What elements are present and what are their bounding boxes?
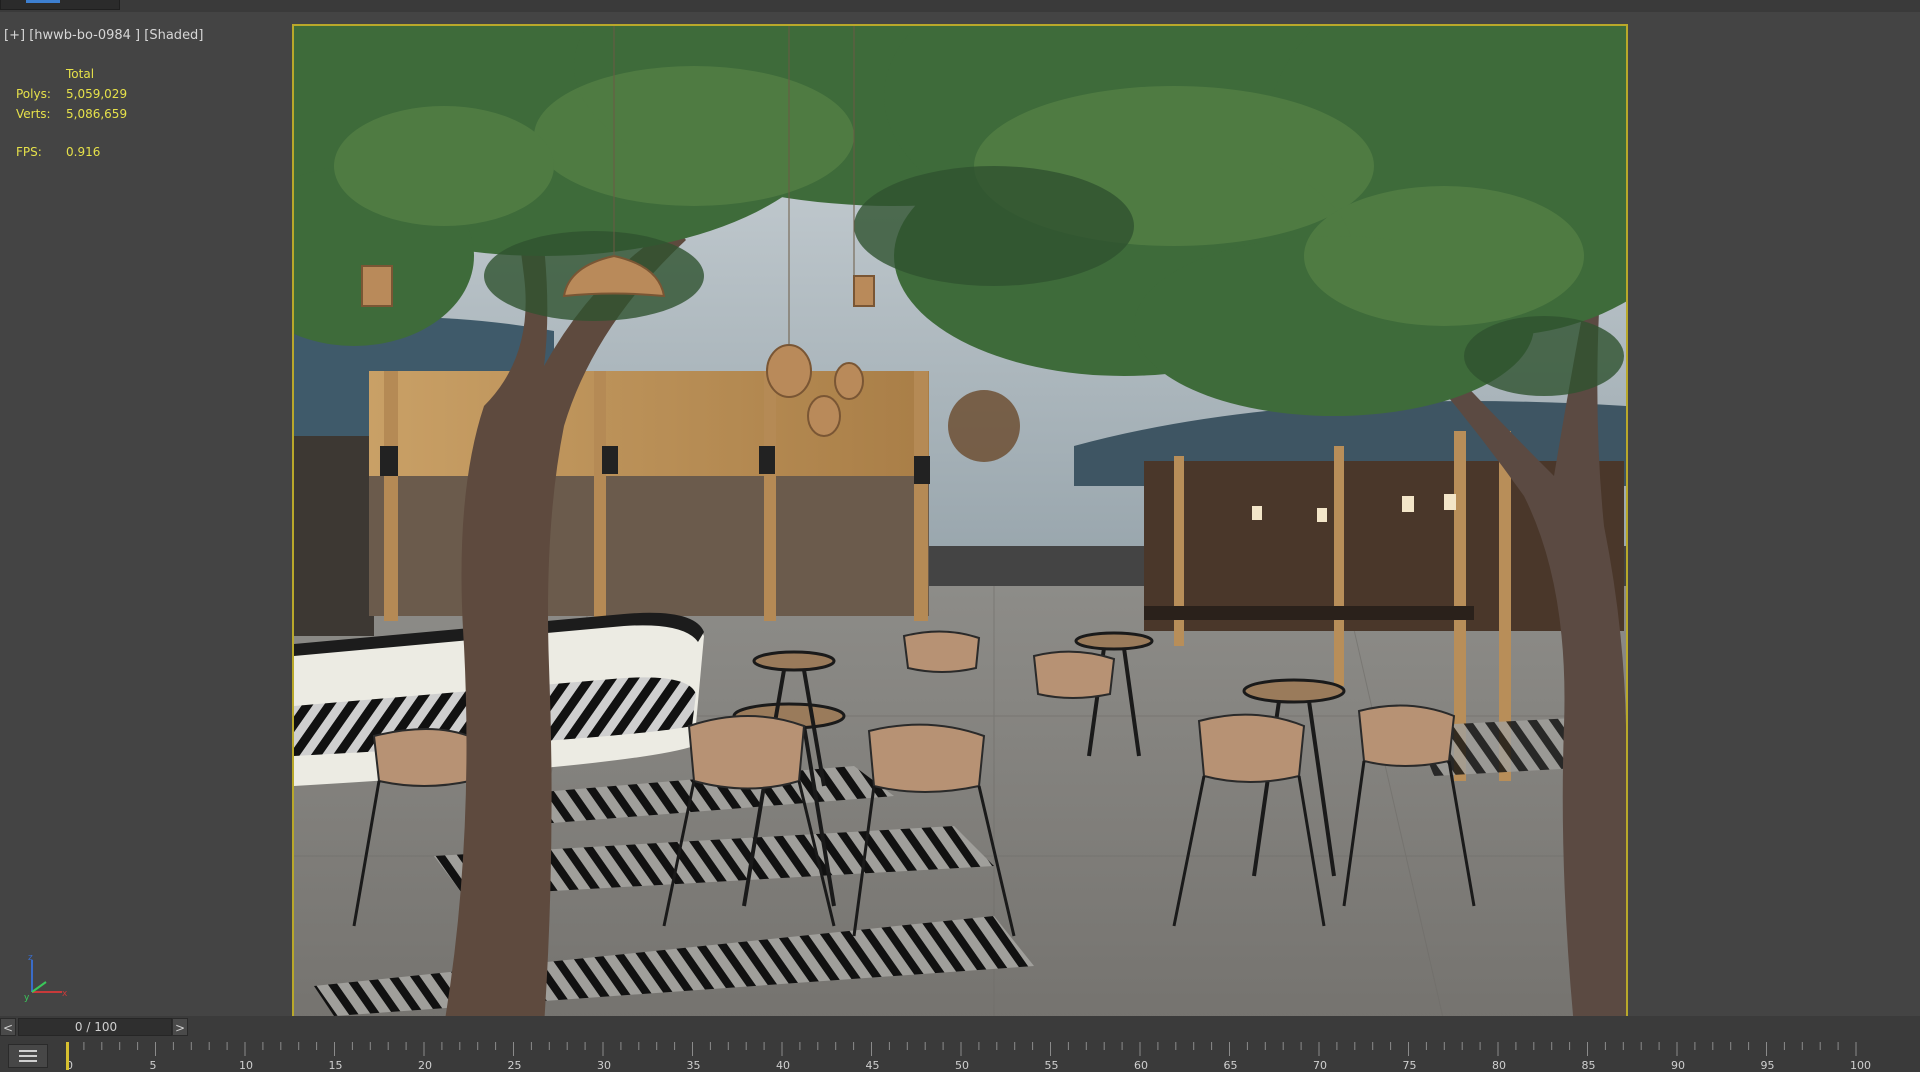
- time-slider[interactable]: < 0 / 100 >: [0, 1016, 1920, 1040]
- track-bar[interactable]: 0 5 10 15 20 25 30 35 40 45 50 55 60 65 70 75 80 85 90 95 10…: [0, 1040, 1920, 1072]
- ruler-tick-label: 35: [687, 1059, 701, 1072]
- ruler-tick-label: 20: [418, 1059, 432, 1072]
- curve-editor-icon[interactable]: [8, 1044, 48, 1068]
- viewport-menu-plus[interactable]: [+]: [4, 28, 25, 43]
- top-strip: [0, 0, 1920, 12]
- viewport-tab[interactable]: [0, 0, 120, 10]
- axis-x-label: x: [62, 989, 68, 999]
- time-slider-label: 0 / 100: [74, 1020, 118, 1034]
- ruler-tick-label: 40: [776, 1059, 790, 1072]
- fps-label: FPS:: [16, 145, 42, 159]
- time-slider-thumb[interactable]: 0 / 100: [18, 1018, 172, 1036]
- ruler-tick-label: 25: [508, 1059, 522, 1072]
- viewport-label: [+] [hwwb-bo-0984 ] [Shaded]: [4, 28, 203, 43]
- prev-frame-button[interactable]: <: [0, 1018, 16, 1036]
- frame-ruler[interactable]: 0 5 10 15 20 25 30 35 40 45 50 55 60 65 70 75 80 85 90 95 10…: [66, 1040, 1920, 1072]
- ruler-tick-label: 60: [1134, 1059, 1148, 1072]
- viewport-shading-label[interactable]: [Shaded]: [144, 28, 203, 43]
- verts-label: Verts:: [16, 107, 51, 121]
- scene-render: [294, 26, 1626, 1022]
- ruler-tick-label: 80: [1492, 1059, 1506, 1072]
- bar-interior: [369, 476, 929, 616]
- safe-frame: [292, 24, 1628, 1024]
- ruler-tick-label: 15: [329, 1059, 343, 1072]
- axis-z-label: z: [28, 953, 33, 963]
- ruler-tick-label: 45: [866, 1059, 880, 1072]
- axis-tripod: z x y: [24, 953, 68, 1002]
- decor-medallion: [948, 390, 1020, 462]
- polys-label: Polys:: [16, 87, 51, 101]
- ruler-tick-label: 65: [1224, 1059, 1238, 1072]
- verts-value: 5,086,659: [66, 107, 128, 121]
- ruler-tick-label: 10: [239, 1059, 253, 1072]
- ruler-tick-label: 70: [1313, 1059, 1327, 1072]
- ruler-tick-label: 90: [1671, 1059, 1685, 1072]
- next-frame-button[interactable]: >: [172, 1018, 188, 1036]
- ruler-tick-label: 75: [1403, 1059, 1417, 1072]
- axis-y-label: y: [24, 993, 30, 1002]
- ruler-tick-label: 100: [1850, 1059, 1871, 1072]
- ruler-tick-label: 95: [1761, 1059, 1775, 1072]
- viewport-camera-label[interactable]: [hwwb-bo-0984 ]: [29, 28, 140, 43]
- current-frame-marker: [66, 1042, 69, 1070]
- fps-value: 0.916: [66, 145, 101, 159]
- fence-left: [294, 436, 374, 636]
- viewport-perspective[interactable]: [+] [hwwb-bo-0984 ] [Shaded] Total Polys…: [0, 12, 1920, 1024]
- active-tab-indicator: [26, 0, 60, 3]
- stats-header: Total: [66, 67, 95, 81]
- ruler-tick-label: 30: [597, 1059, 611, 1072]
- ruler-tick-label: 5: [150, 1059, 157, 1072]
- polys-value: 5,059,029: [66, 87, 128, 101]
- ruler-tick-label: 55: [1045, 1059, 1059, 1072]
- ruler-tick-label: 50: [955, 1059, 969, 1072]
- bar-counter-right: [1144, 606, 1474, 620]
- ruler-tick-label: 85: [1582, 1059, 1596, 1072]
